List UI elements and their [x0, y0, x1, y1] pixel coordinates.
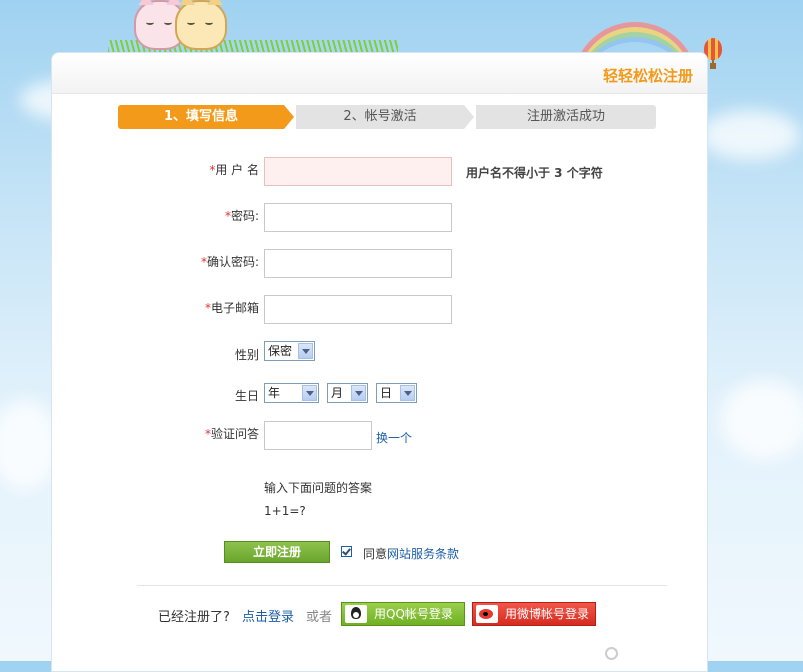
gender-selected: 保密	[268, 344, 293, 358]
username-hint: 用户名不得小于 3 个字符	[466, 166, 603, 180]
chevron-down-icon	[298, 343, 313, 359]
question-prompt: 输入下面问题的答案	[264, 481, 373, 495]
gender-select[interactable]: 保密	[264, 341, 315, 361]
key-icon	[605, 647, 618, 660]
qq-login-label: 用QQ帐号登录	[374, 607, 453, 621]
password-label: *密码:	[139, 207, 259, 224]
step-fill-info: 1、填写信息	[118, 105, 284, 129]
captcha-label-text: 验证问答	[210, 427, 259, 441]
captcha-label: *验证问答	[139, 425, 259, 442]
register-button[interactable]: 立即注册	[224, 541, 330, 563]
chevron-down-icon	[351, 385, 366, 401]
registration-steps: 1、填写信息 2、帐号激活 注册激活成功	[118, 105, 656, 129]
or-text: 或者	[306, 610, 333, 625]
step-label: 2、帐号激活	[343, 109, 417, 124]
birthday-year-select[interactable]: 年	[264, 383, 319, 403]
qq-login-button[interactable]: 用QQ帐号登录	[341, 602, 465, 626]
email-input[interactable]	[264, 295, 452, 324]
birthday-day-select[interactable]: 日	[376, 383, 417, 403]
confirm-password-label: *确认密码:	[139, 253, 259, 270]
step-label: 注册激活成功	[526, 109, 605, 124]
captcha-input[interactable]	[264, 421, 372, 450]
terms-link[interactable]: 网站服务条款	[387, 547, 459, 561]
email-label: *电子邮箱	[139, 299, 259, 316]
weibo-login-button[interactable]: 用微博帐号登录	[472, 602, 596, 626]
step-activate: 2、帐号激活	[296, 105, 464, 129]
cat-mascot-icon	[175, 0, 227, 50]
agree-prefix: 同意	[363, 547, 388, 561]
chevron-down-icon	[302, 385, 317, 401]
step-success: 注册激活成功	[476, 105, 656, 129]
page-title: 轻轻松松注册	[602, 67, 693, 85]
weibo-login-label: 用微博帐号登录	[505, 607, 590, 621]
password-label-text: 密码:	[230, 209, 259, 223]
step-arrow	[464, 105, 474, 129]
username-input[interactable]	[264, 157, 452, 186]
cloud-decoration	[700, 110, 800, 160]
username-label: *用 户 名	[139, 161, 259, 178]
qq-penguin-icon	[345, 605, 367, 623]
step-label: 1、填写信息	[163, 109, 239, 124]
divider	[137, 585, 667, 586]
gender-label: 性别	[234, 348, 259, 362]
weibo-eye-icon	[476, 605, 498, 623]
confirm-password-label-text: 确认密码:	[206, 255, 259, 269]
registration-panel: 轻轻松松注册 1、填写信息 2、帐号激活 注册激活成功 *用 户 名 用户名不得…	[51, 52, 708, 672]
step-arrow	[284, 105, 294, 129]
login-link[interactable]: 点击登录	[242, 606, 294, 625]
cloud-decoration	[720, 380, 803, 460]
balloon-basket	[710, 63, 716, 69]
day-selected: 日	[380, 386, 393, 400]
email-label-text: 电子邮箱	[210, 301, 259, 315]
chevron-down-icon	[400, 385, 415, 401]
year-selected: 年	[268, 386, 281, 400]
password-input[interactable]	[264, 203, 452, 232]
birthday-label: 生日	[234, 389, 259, 403]
panel-header: 轻轻松松注册	[52, 53, 707, 94]
username-label-text: 用 户 名	[215, 163, 259, 177]
captcha-question: 1+1=?	[264, 504, 306, 518]
confirm-password-input[interactable]	[264, 249, 452, 278]
agree-terms-checkbox[interactable]	[341, 546, 352, 557]
agree-terms-text: 同意网站服务条款	[363, 545, 459, 562]
already-registered-text: 已经注册了?	[158, 610, 230, 625]
refresh-question-link[interactable]: 换一个	[376, 429, 412, 446]
birthday-month-select[interactable]: 月	[327, 383, 368, 403]
month-selected: 月	[331, 386, 344, 400]
